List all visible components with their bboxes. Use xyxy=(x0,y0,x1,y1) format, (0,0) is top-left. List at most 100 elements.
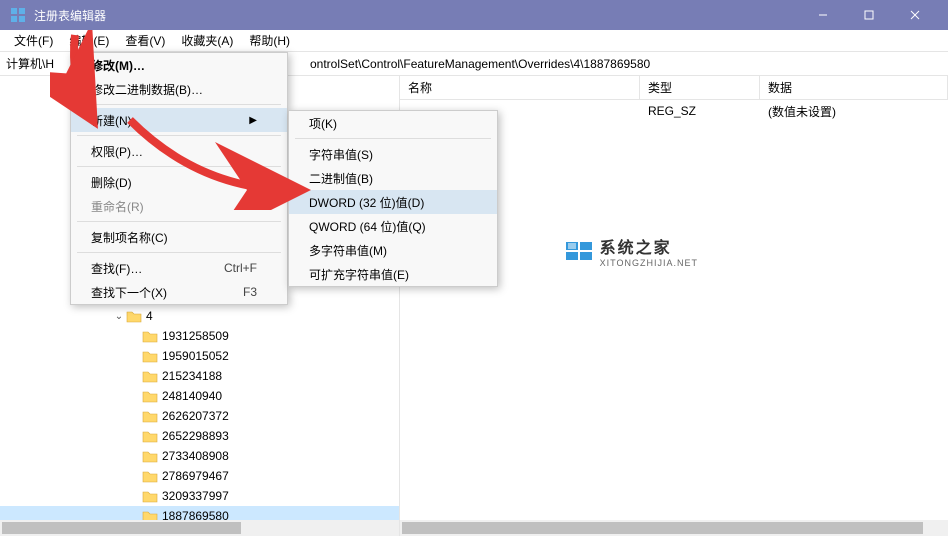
tree-item-label: 2733408908 xyxy=(162,449,229,463)
maximize-button[interactable] xyxy=(846,0,892,30)
tree-item-label: 3209337997 xyxy=(162,489,229,503)
menu-item[interactable]: 复制项名称(C) xyxy=(71,225,287,249)
menu-item[interactable]: 修改二进制数据(B)… xyxy=(71,77,287,101)
list-cell-type: REG_SZ xyxy=(640,102,760,120)
tree-item-label: 2652298893 xyxy=(162,429,229,443)
edit-context-menu[interactable]: 修改(M)… 修改二进制数据(B)… 新建(N) ▶ 权限(P)… 删除(D) De 重命名(… xyxy=(70,52,288,305)
folder-icon xyxy=(142,429,158,443)
folder-icon xyxy=(142,369,158,383)
tree-item[interactable]: ⌄4 xyxy=(0,306,399,326)
folder-icon xyxy=(142,449,158,463)
folder-icon xyxy=(142,469,158,483)
address-prefix: 计算机\H xyxy=(6,55,54,72)
tree-item[interactable]: 248140940 xyxy=(0,386,399,406)
menu-item-label: 复制项名称(C) xyxy=(91,229,168,246)
menu-item-shortcut: Ctrl+F xyxy=(184,261,257,275)
menu-item-label: 二进制值(B) xyxy=(309,170,373,187)
menu-item-label: 查找下一个(X) xyxy=(91,284,167,301)
menu-item-label: 新建(N) xyxy=(91,112,132,129)
menu-item[interactable]: 查找(F)… Ctrl+F xyxy=(71,256,287,280)
menu-item[interactable]: 二进制值(B) xyxy=(289,166,497,190)
new-submenu[interactable]: 项(K) 字符串值(S) 二进制值(B) DWORD (32 位)值(D) QWORD … xyxy=(288,110,498,287)
tree-horizontal-scrollbar[interactable] xyxy=(0,520,399,536)
tree-item-label: 4 xyxy=(146,309,153,323)
menu-view[interactable]: 查看(V) xyxy=(117,30,173,51)
menu-item[interactable]: 权限(P)… xyxy=(71,139,287,163)
menu-item-label: 修改二进制数据(B)… xyxy=(91,81,203,98)
tree-item-label: 2786979467 xyxy=(162,469,229,483)
list-cell-data: (数值未设置) xyxy=(760,101,948,122)
titlebar: 注册表编辑器 xyxy=(0,0,948,30)
tree-item-label: 2626207372 xyxy=(162,409,229,423)
menu-help[interactable]: 帮助(H) xyxy=(241,30,298,51)
menu-favorites[interactable]: 收藏夹(A) xyxy=(173,30,241,51)
list-header: 名称 类型 数据 xyxy=(400,76,948,100)
app-icon xyxy=(10,7,26,23)
menu-separator xyxy=(77,252,281,253)
menu-item[interactable]: 删除(D) De xyxy=(71,170,287,194)
menu-item-label: DWORD (32 位)值(D) xyxy=(309,194,424,211)
menu-item[interactable]: 可扩充字符串值(E) xyxy=(289,262,497,286)
list-header-type[interactable]: 类型 xyxy=(640,76,760,99)
tree-item[interactable]: 1959015052 xyxy=(0,346,399,366)
tree-item-label: 1931258509 xyxy=(162,329,229,343)
tree-item[interactable]: 2626207372 xyxy=(0,406,399,426)
scrollbar-thumb[interactable] xyxy=(2,522,241,534)
menu-item-label: 修改(M)… xyxy=(91,57,145,74)
menu-item-label: 字符串值(S) xyxy=(309,146,373,163)
menu-item[interactable]: DWORD (32 位)值(D) xyxy=(289,190,497,214)
tree-item-label: 248140940 xyxy=(162,389,222,403)
menu-item-label: 删除(D) xyxy=(91,174,132,191)
menu-separator xyxy=(77,166,281,167)
menu-item-shortcut: De xyxy=(202,175,257,189)
menu-file[interactable]: 文件(F) xyxy=(6,30,61,51)
menu-item-label: 可扩充字符串值(E) xyxy=(309,266,409,283)
close-button[interactable] xyxy=(892,0,938,30)
menu-item-label: 多字符串值(M) xyxy=(309,242,387,259)
menu-item: 重命名(R) xyxy=(71,194,287,218)
menu-item-label: 查找(F)… xyxy=(91,260,142,277)
scrollbar-thumb[interactable] xyxy=(402,522,923,534)
tree-item[interactable]: 2733408908 xyxy=(0,446,399,466)
menu-item[interactable]: 字符串值(S) xyxy=(289,142,497,166)
menu-separator xyxy=(295,138,491,139)
menubar: 文件(F) 编辑(E) 查看(V) 收藏夹(A) 帮助(H) xyxy=(0,30,948,52)
menu-edit[interactable]: 编辑(E) xyxy=(61,30,117,51)
menu-item[interactable]: 查找下一个(X) F3 xyxy=(71,280,287,304)
folder-icon xyxy=(142,389,158,403)
list-horizontal-scrollbar[interactable] xyxy=(400,520,948,536)
tree-item[interactable]: 2786979467 xyxy=(0,466,399,486)
submenu-arrow-icon: ▶ xyxy=(209,115,257,126)
tree-item[interactable]: 1931258509 xyxy=(0,326,399,346)
tree-item[interactable]: 3209337997 xyxy=(0,486,399,506)
folder-icon xyxy=(142,349,158,363)
menu-item-label: 项(K) xyxy=(309,115,337,132)
tree-item-label: 215234188 xyxy=(162,369,222,383)
menu-item[interactable]: 多字符串值(M) xyxy=(289,238,497,262)
folder-icon xyxy=(142,409,158,423)
menu-separator xyxy=(77,135,281,136)
address-suffix: ontrolSet\Control\FeatureManagement\Over… xyxy=(310,57,650,71)
minimize-button[interactable] xyxy=(800,0,846,30)
menu-item[interactable]: 修改(M)… xyxy=(71,53,287,77)
registry-tree[interactable]: ⌄419312585091959015052215234188248140940… xyxy=(0,302,399,536)
menu-separator xyxy=(77,221,281,222)
tree-item[interactable]: 215234188 xyxy=(0,366,399,386)
list-header-name[interactable]: 名称 xyxy=(400,76,640,99)
menu-item-label: QWORD (64 位)值(Q) xyxy=(309,218,426,235)
menu-item-label: 重命名(R) xyxy=(91,198,144,215)
menu-item[interactable]: QWORD (64 位)值(Q) xyxy=(289,214,497,238)
tree-item-label: 1959015052 xyxy=(162,349,229,363)
list-header-data[interactable]: 数据 xyxy=(760,76,948,99)
window-controls xyxy=(800,0,938,30)
folder-icon xyxy=(126,309,142,323)
menu-item-label: 权限(P)… xyxy=(91,143,143,160)
folder-icon xyxy=(142,329,158,343)
chevron-down-icon[interactable]: ⌄ xyxy=(112,311,126,322)
menu-separator xyxy=(77,104,281,105)
menu-item[interactable]: 新建(N) ▶ xyxy=(71,108,287,132)
menu-item-shortcut: F3 xyxy=(203,285,257,299)
tree-item[interactable]: 2652298893 xyxy=(0,426,399,446)
menu-item[interactable]: 项(K) xyxy=(289,111,497,135)
window-title: 注册表编辑器 xyxy=(34,7,800,24)
